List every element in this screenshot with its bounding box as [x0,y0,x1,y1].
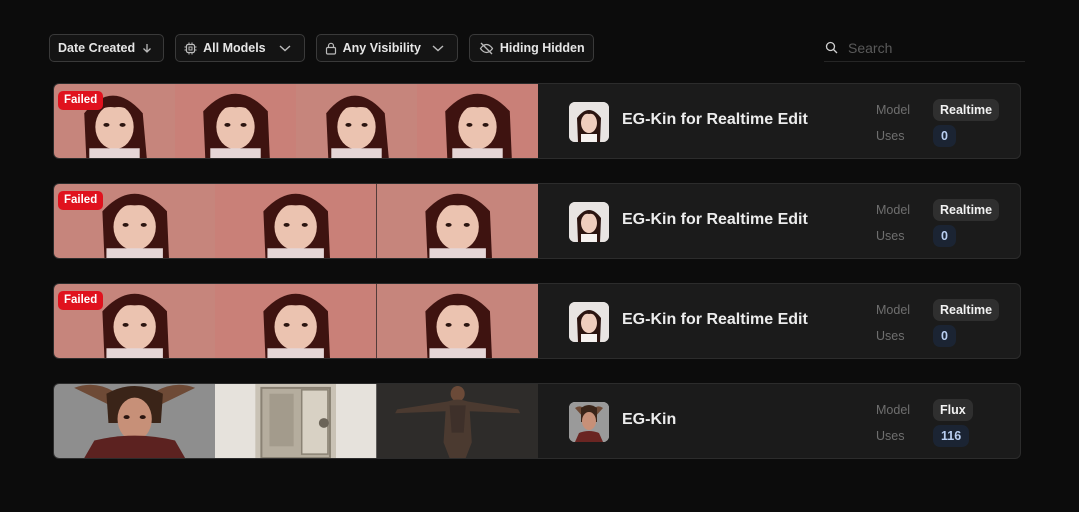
item-meta: Model Realtime Uses 0 [876,97,1006,149]
model-name[interactable]: EG-Kin for Realtime Edit [622,111,808,129]
arrow-down-icon [143,44,152,53]
status-badge: Failed [58,91,104,110]
search-bar [824,34,1025,62]
status-badge: Failed [58,291,104,310]
model-label: Model [876,303,911,317]
preview-image [296,84,417,158]
preview-strip[interactable] [54,384,538,458]
models-dropdown[interactable]: All Models [175,34,305,62]
preview-strip[interactable]: Failed [54,184,538,258]
model-type-badge: Realtime [933,199,1000,221]
hidden-toggle[interactable]: Hiding Hidden [468,34,594,62]
filter-toolbar: Date Created All Models Any Visibility H… [49,34,594,62]
uses-count-badge: 0 [933,225,956,247]
item-meta: Model Flux Uses 116 [876,397,1006,449]
search-icon [825,41,838,54]
item-info: EG-Kin Model Flux Uses 116 [538,384,1020,458]
sort-label: Date Created [58,41,136,55]
item-info: EG-Kin for Realtime Edit Model Realtime U… [538,84,1020,158]
uses-label: Uses [876,429,905,443]
uses-label: Uses [876,129,905,143]
avatar [569,302,609,342]
preview-strip[interactable]: Failed [54,84,538,158]
chevron-down-icon [432,45,444,52]
avatar [569,402,609,442]
status-badge: Failed [58,191,104,210]
eye-off-icon [479,42,494,54]
preview-image [417,84,538,158]
uses-count-badge: 116 [933,425,970,447]
search-input[interactable] [848,39,1008,56]
avatar [569,102,609,142]
item-meta: Model Realtime Uses 0 [876,297,1006,349]
preview-strip[interactable]: Failed [54,284,538,358]
model-name[interactable]: EG-Kin for Realtime Edit [622,311,808,329]
uses-label: Uses [876,229,905,243]
hidden-label: Hiding Hidden [499,41,585,55]
model-type-badge: Realtime [933,99,1000,121]
avatar [569,202,609,242]
item-info: EG-Kin for Realtime Edit Model Realtime U… [538,284,1020,358]
model-label: Model [876,103,911,117]
model-type-badge: Flux [933,399,973,421]
preview-image [215,384,377,458]
lock-icon [325,42,336,55]
model-name[interactable]: EG-Kin [622,411,676,429]
item-info: EG-Kin for Realtime Edit Model Realtime U… [538,184,1020,258]
model-label: Model [876,203,911,217]
model-type-badge: Realtime [933,299,1000,321]
visibility-dropdown[interactable]: Any Visibility [315,34,458,62]
model-name[interactable]: EG-Kin for Realtime Edit [622,211,808,229]
chevron-down-icon [279,45,291,52]
preview-image [376,384,538,458]
uses-count-badge: 0 [933,125,956,147]
preview-image [175,84,296,158]
list-item[interactable]: Failed EG-Kin for Realtime Edit Model Rea… [53,183,1021,259]
list-item[interactable]: Failed EG-Kin for Realtime Edit Model Rea… [53,283,1021,359]
model-list: Failed EG-Kin for Realtime Edit Model Rea… [53,83,1021,483]
list-item[interactable]: Failed EG-Kin for Realtime Edit Model Rea… [53,83,1021,159]
model-label: Model [876,403,911,417]
list-item[interactable]: EG-Kin Model Flux Uses 116 [53,383,1021,459]
item-meta: Model Realtime Uses 0 [876,197,1006,249]
preview-image [215,184,377,258]
preview-image [376,184,538,258]
sort-dropdown[interactable]: Date Created [49,34,165,62]
models-label: All Models [203,41,266,55]
preview-image [215,284,377,358]
chip-icon [184,42,197,54]
visibility-label: Any Visibility [342,41,421,55]
uses-count-badge: 0 [933,325,956,347]
preview-image [376,284,538,358]
preview-image [54,384,216,458]
uses-label: Uses [876,329,905,343]
